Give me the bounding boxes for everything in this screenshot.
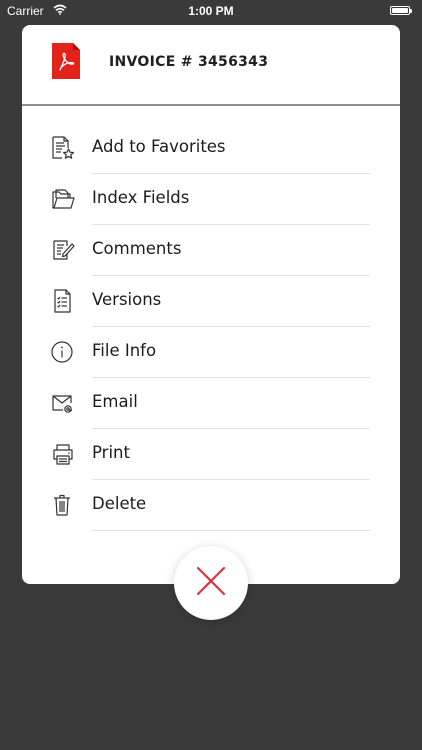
versions-icon (50, 288, 76, 314)
menu-item-label: Add to Favorites (92, 137, 226, 156)
menu-item-file-info[interactable]: File Info (22, 327, 400, 378)
action-menu: Add to Favorites Index Fields Comments V… (22, 123, 400, 531)
menu-item-label: Print (92, 443, 130, 462)
menu-item-email[interactable]: Email (22, 378, 400, 429)
menu-item-delete[interactable]: Delete (22, 480, 400, 531)
menu-item-add-to-favorites[interactable]: Add to Favorites (22, 123, 400, 174)
comments-icon (50, 237, 76, 263)
info-icon (50, 339, 76, 365)
printer-icon (50, 441, 76, 467)
menu-item-label: Versions (92, 290, 162, 309)
menu-item-label: Comments (92, 239, 182, 258)
actions-sheet: INVOICE # 3456343 Add to Favorites Index… (22, 25, 400, 584)
menu-item-label: File Info (92, 341, 157, 360)
sheet-header: INVOICE # 3456343 (22, 25, 400, 106)
menu-divider (92, 530, 370, 531)
menu-item-label: Email (92, 392, 138, 411)
menu-item-print[interactable]: Print (22, 429, 400, 480)
menu-item-label: Delete (92, 494, 147, 513)
pdf-file-icon (52, 43, 80, 79)
status-bar: Carrier 1:00 PM (0, 0, 422, 22)
battery-icon (390, 6, 412, 15)
menu-item-index-fields[interactable]: Index Fields (22, 174, 400, 225)
menu-item-comments[interactable]: Comments (22, 225, 400, 276)
header-divider (22, 104, 400, 106)
close-icon (195, 565, 227, 601)
folder-icon (50, 186, 76, 212)
menu-item-versions[interactable]: Versions (22, 276, 400, 327)
close-button[interactable] (174, 546, 248, 620)
document-title: INVOICE # 3456343 (109, 54, 269, 70)
status-time: 1:00 PM (188, 4, 234, 18)
email-icon (50, 390, 76, 416)
trash-icon (50, 492, 76, 518)
add-favorite-icon (50, 135, 76, 161)
menu-item-label: Index Fields (92, 188, 190, 207)
